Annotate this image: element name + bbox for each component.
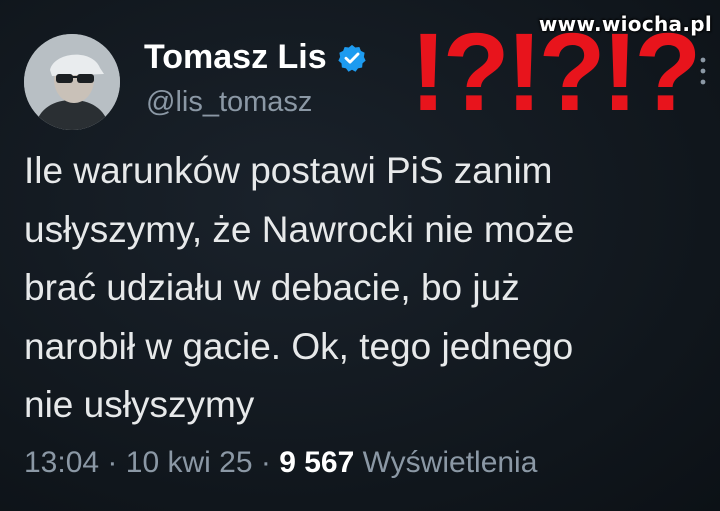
tweet-time[interactable]: 13:04 <box>24 446 99 479</box>
author-name-row: Tomasz Lis <box>144 38 367 77</box>
views-count: 9 567 <box>279 446 355 479</box>
overlay-exclamation-text: !?!?!? <box>410 11 701 134</box>
author-display-name[interactable]: Tomasz Lis <box>144 38 327 77</box>
author-handle[interactable]: @lis_tomasz <box>146 86 312 119</box>
avatar[interactable] <box>24 34 120 130</box>
tweet-date[interactable]: 10 kwi 25 <box>126 446 253 479</box>
more-options-icon[interactable] <box>700 56 706 86</box>
tweet-metadata: 13:04 · 10 kwi 25 · 9 567 Wyświetlenia <box>24 446 537 480</box>
avatar-photo-icon <box>24 34 120 130</box>
views-label[interactable]: Wyświetlenia <box>363 446 538 479</box>
tweet-body-text: Ile warunków postawi PiS zanim usłyszymy… <box>24 150 575 425</box>
meta-separator: · <box>260 446 271 479</box>
meta-separator: · <box>107 446 118 479</box>
verified-badge-icon <box>337 43 367 73</box>
tweet-screenshot: www.wiocha.pl Tomasz Lis @lis_tomasz !?!… <box>0 0 720 511</box>
